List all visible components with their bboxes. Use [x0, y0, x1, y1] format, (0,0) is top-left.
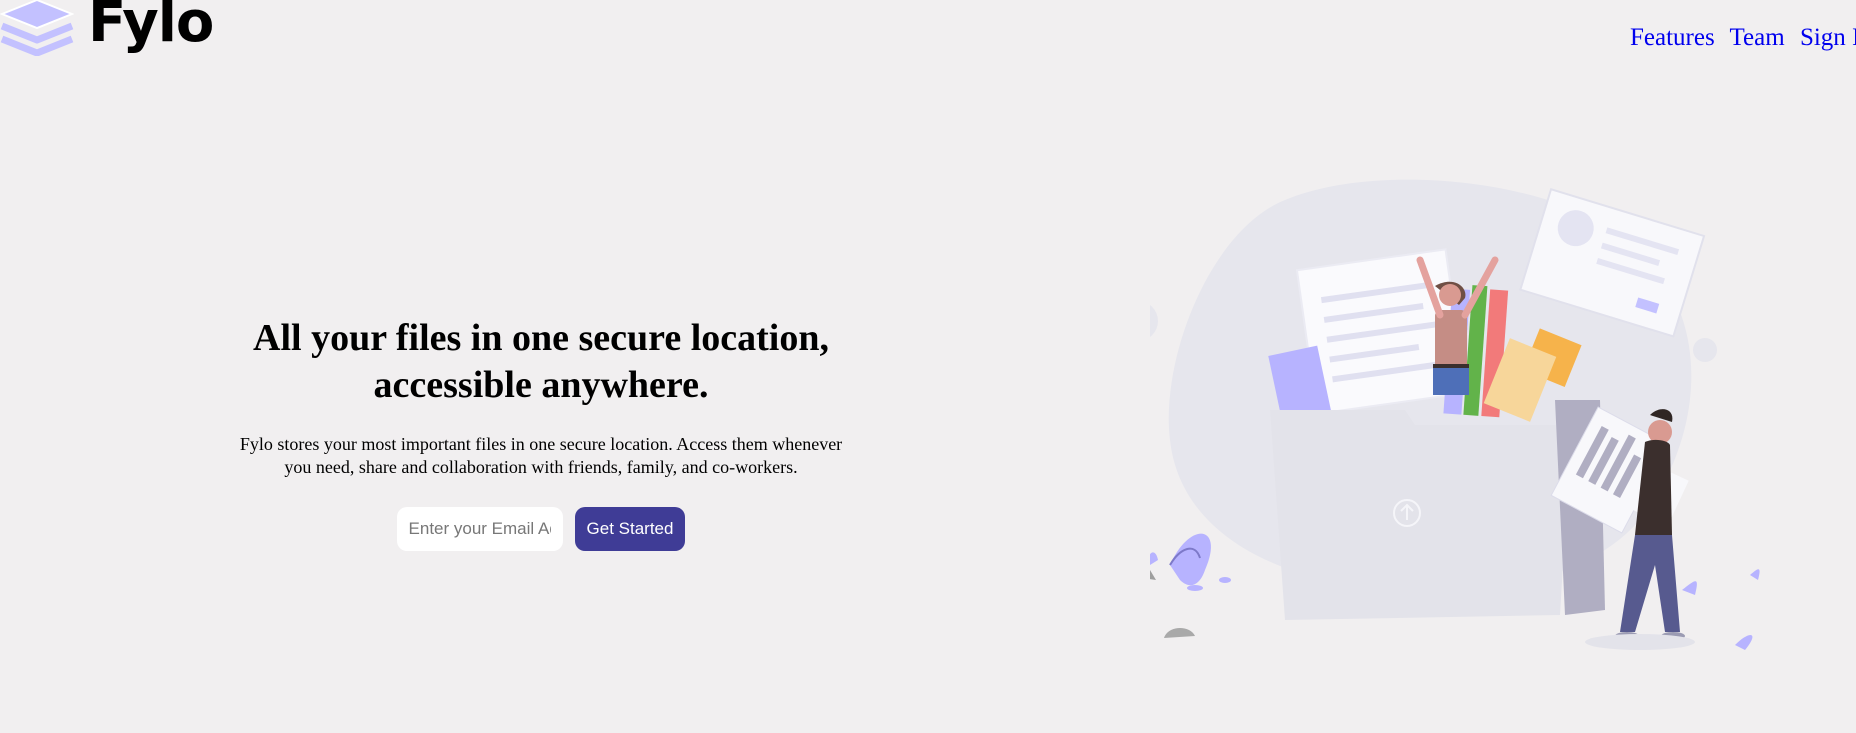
- nav-link-features[interactable]: Features: [1630, 24, 1715, 51]
- file-sharing-illustration: [1150, 179, 1760, 650]
- signup-form: Get Started: [195, 507, 887, 551]
- hero-description-line-1: Fylo stores your most important files in…: [239, 434, 843, 454]
- nav-link-sign-in[interactable]: Sign In: [1800, 24, 1856, 51]
- get-started-button[interactable]: Get Started: [574, 507, 686, 551]
- layers-icon: [0, 0, 74, 56]
- nav-link-team[interactable]: Team: [1730, 24, 1785, 51]
- hero-description: Fylo stores your most important files in…: [195, 433, 887, 479]
- email-input[interactable]: [396, 507, 563, 551]
- brand-logo[interactable]: Fylo: [0, 0, 214, 60]
- hero-description-line-2: you need, share and collaboration with f…: [284, 457, 798, 477]
- hero-title-line-1: All your files in one secure location,: [253, 317, 829, 359]
- hero-section: All your files in one secure location, a…: [195, 315, 887, 551]
- brand-name: Fylo: [88, 0, 214, 55]
- main-nav: Features Team Sign In: [1630, 24, 1856, 52]
- hero-title: All your files in one secure location, a…: [195, 315, 887, 409]
- hero-title-line-2: accessible anywhere.: [373, 364, 709, 406]
